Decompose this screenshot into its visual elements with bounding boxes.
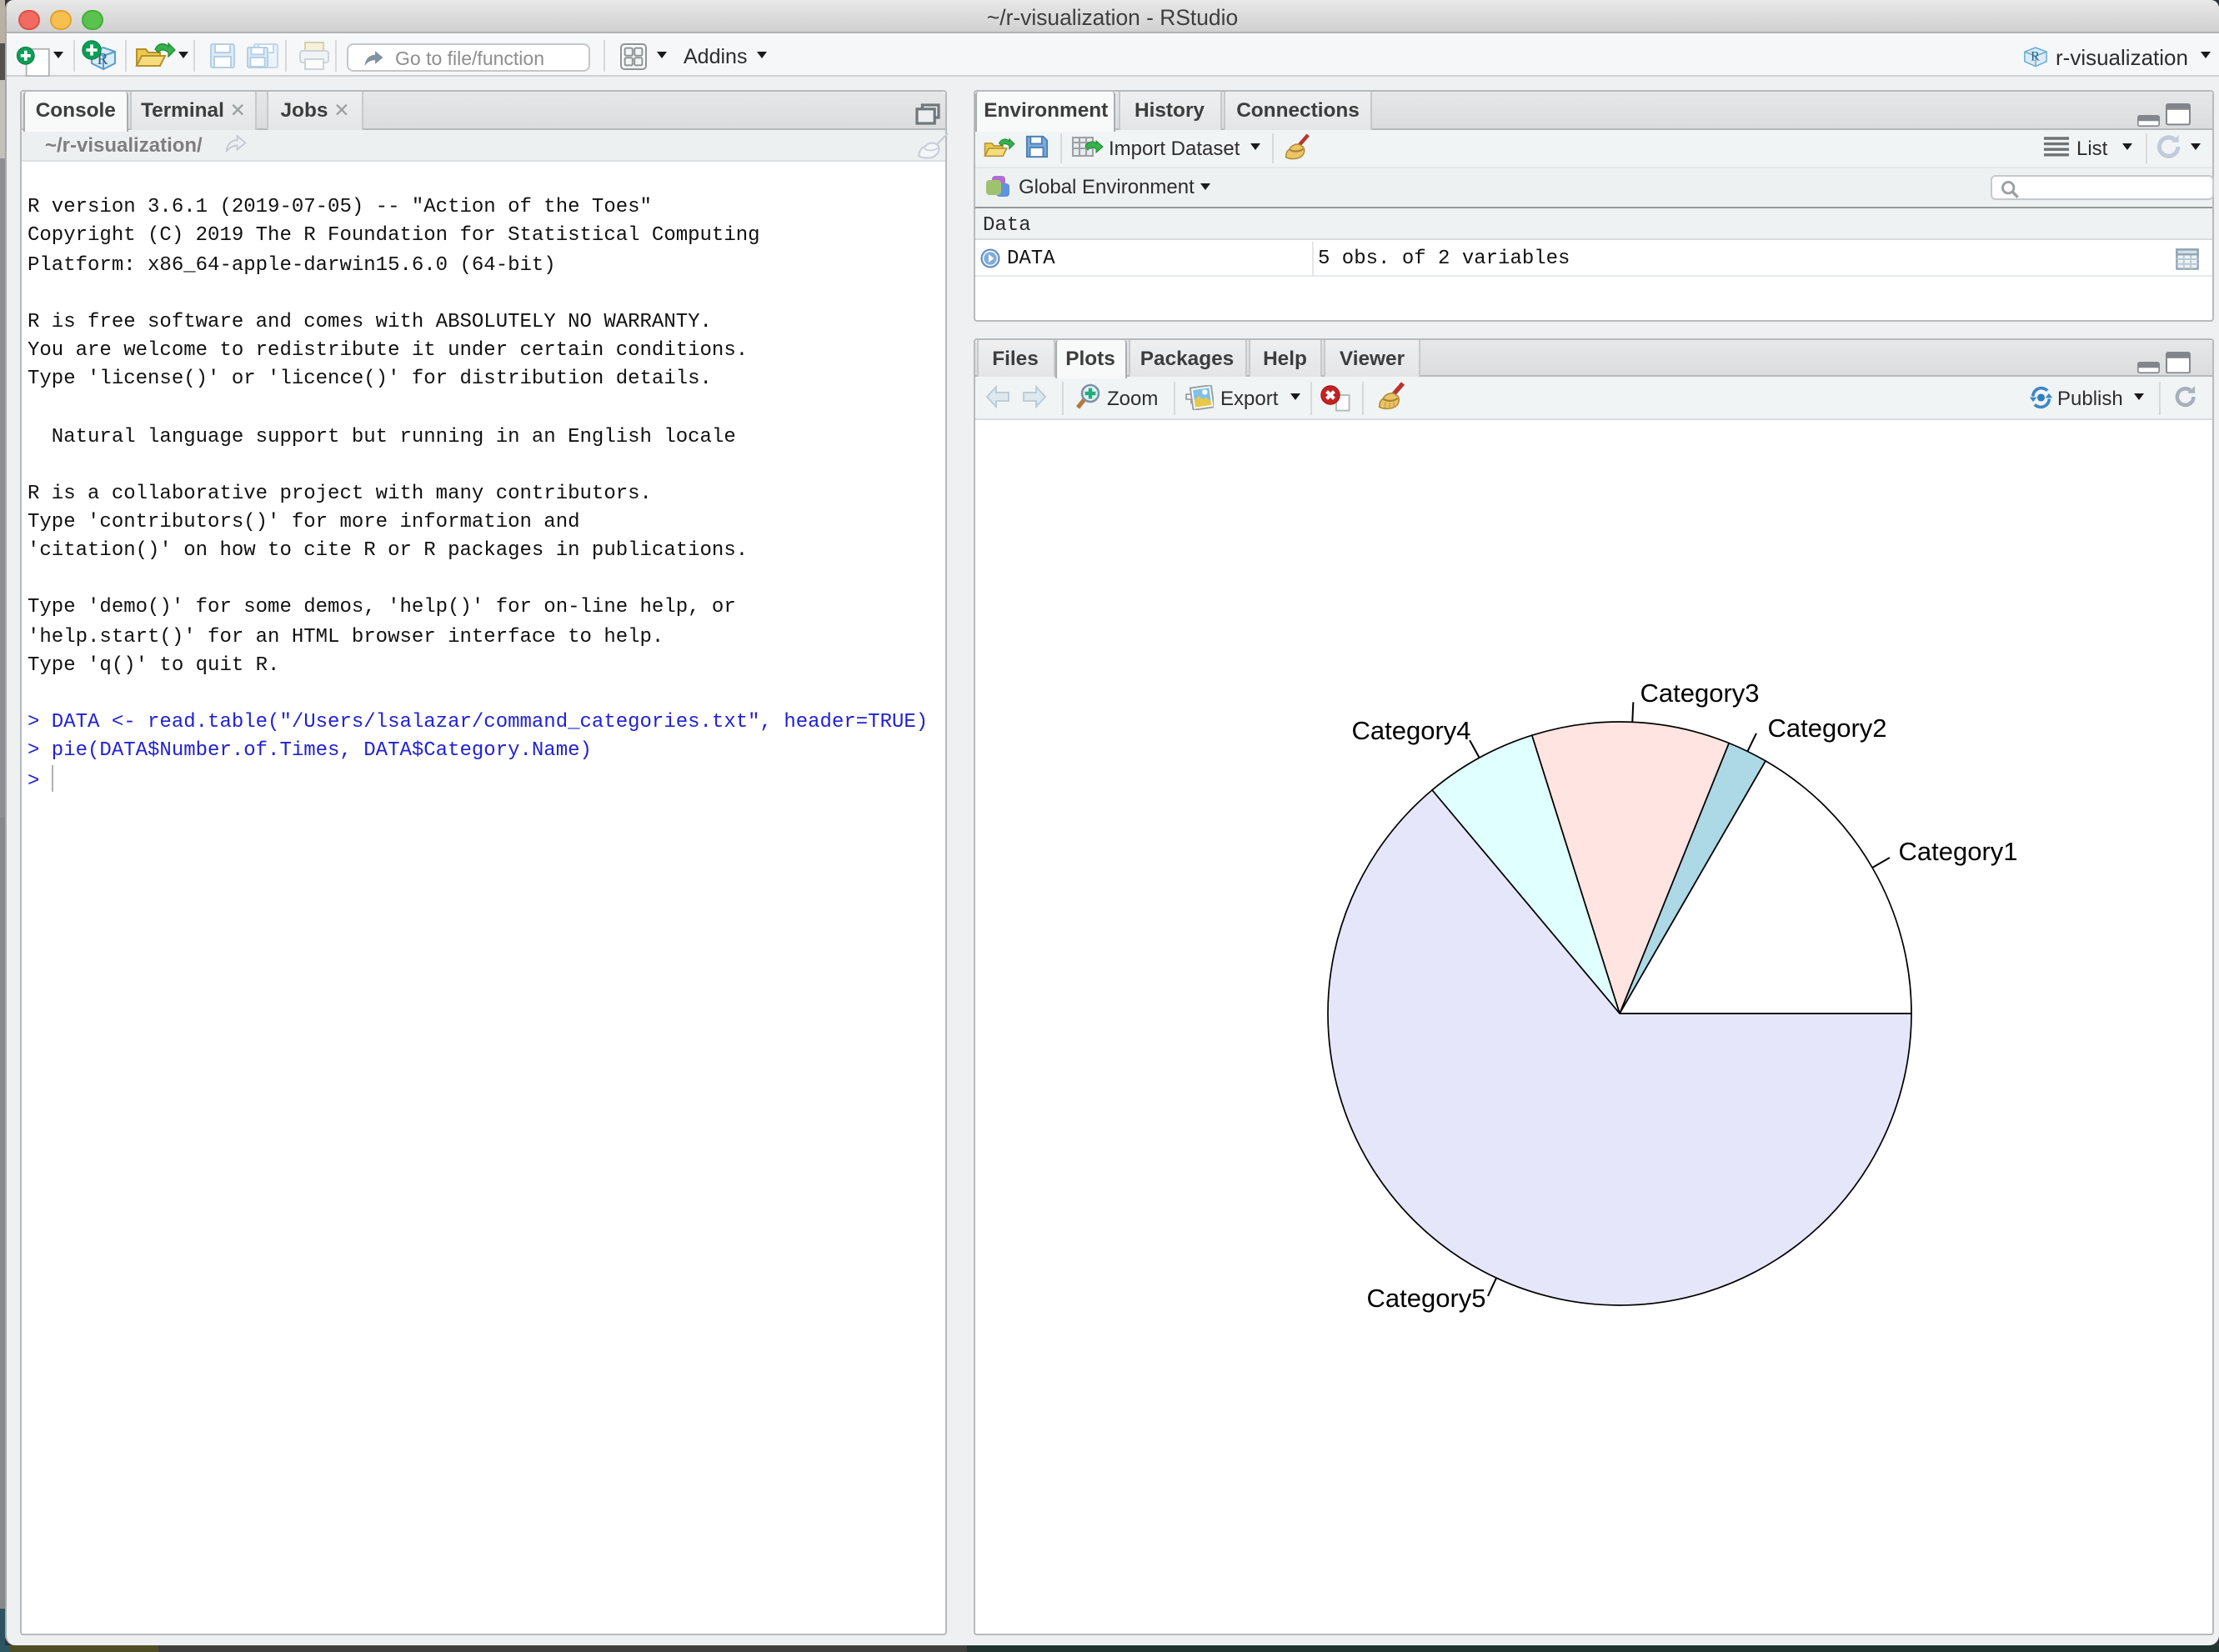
svg-text:Category1: Category1 (1897, 836, 2016, 865)
svg-text:Category5: Category5 (1365, 1283, 1485, 1312)
svg-text:R: R (2030, 50, 2039, 64)
svg-text:Category2: Category2 (1766, 713, 1886, 742)
svg-text:Category3: Category3 (1639, 678, 1758, 707)
svg-text:Category4: Category4 (1350, 715, 1470, 744)
